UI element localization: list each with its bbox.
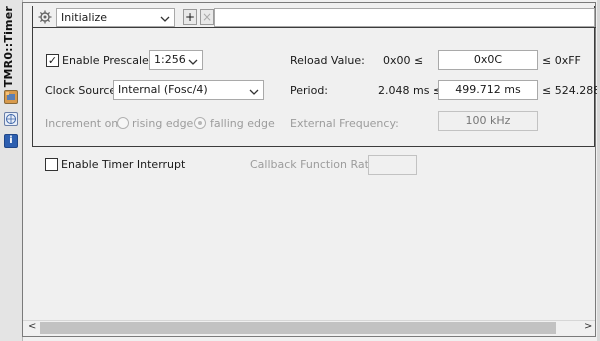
globe-icon[interactable] bbox=[4, 112, 18, 126]
panel-tab-title-text: TMR0::Timer bbox=[2, 6, 15, 88]
chevron-down-icon bbox=[188, 55, 198, 73]
chevron-down-icon bbox=[160, 12, 170, 29]
function-select[interactable]: Initialize bbox=[56, 8, 175, 27]
falling-edge-radio[interactable] bbox=[194, 117, 206, 129]
period-max: ≤ 524.288 bbox=[542, 84, 600, 97]
add-button-label: + bbox=[184, 10, 196, 24]
clock-source-label: Clock Source: bbox=[45, 84, 120, 97]
external-frequency-label: External Frequency: bbox=[290, 117, 399, 130]
reload-min: 0x00 ≤ bbox=[383, 54, 424, 67]
panel-tab-title[interactable]: TMR0::Timer bbox=[2, 6, 20, 88]
remove-button[interactable]: × bbox=[200, 9, 214, 25]
reload-value-field[interactable]: 0x0C bbox=[438, 50, 538, 70]
enable-timer-interrupt-checkbox[interactable] bbox=[45, 158, 58, 171]
checkmark-icon: ✓ bbox=[47, 54, 58, 67]
rising-edge-radio[interactable] bbox=[117, 117, 129, 129]
increment-on-label: Increment on: bbox=[45, 117, 122, 130]
reload-max: ≤ 0xFF bbox=[542, 54, 581, 67]
remove-button-label: × bbox=[201, 10, 213, 24]
rising-edge-label: rising edge bbox=[132, 117, 194, 130]
falling-edge-label: falling edge bbox=[210, 117, 275, 130]
function-name-input[interactable] bbox=[214, 8, 595, 27]
scrollbar-thumb[interactable] bbox=[40, 322, 556, 334]
enable-timer-interrupt-label: Enable Timer Interrupt bbox=[61, 158, 186, 171]
reload-value-label: Reload Value: bbox=[290, 54, 365, 67]
prescaler-select[interactable]: 1:256 bbox=[149, 50, 203, 70]
scroll-left-arrow[interactable]: < bbox=[28, 321, 36, 332]
period-min: 2.048 ms ≤ bbox=[378, 84, 443, 97]
clock-source-value: Internal (Fosc/4) bbox=[118, 83, 208, 96]
scroll-right-arrow[interactable]: > bbox=[584, 321, 592, 332]
enable-prescaler-checkbox[interactable]: ✓ bbox=[46, 54, 59, 67]
function-select-value: Initialize bbox=[61, 11, 108, 24]
external-frequency-field[interactable]: 100 kHz bbox=[438, 111, 538, 131]
chevron-down-icon bbox=[249, 85, 259, 103]
prescaler-select-value: 1:256 bbox=[154, 53, 186, 66]
period-label: Period: bbox=[290, 84, 329, 97]
info-icon[interactable]: i bbox=[4, 134, 18, 148]
add-button[interactable]: + bbox=[183, 9, 197, 25]
period-field[interactable]: 499.712 ms bbox=[438, 80, 538, 100]
callback-rate-label: Callback Function Rate: bbox=[250, 158, 380, 171]
gear-icon[interactable] bbox=[37, 9, 53, 25]
chip-config-icon[interactable] bbox=[4, 90, 18, 104]
enable-prescaler-label: Enable Prescaler bbox=[62, 54, 154, 67]
clock-source-select[interactable]: Internal (Fosc/4) bbox=[113, 80, 264, 100]
callback-rate-field[interactable] bbox=[368, 155, 417, 175]
